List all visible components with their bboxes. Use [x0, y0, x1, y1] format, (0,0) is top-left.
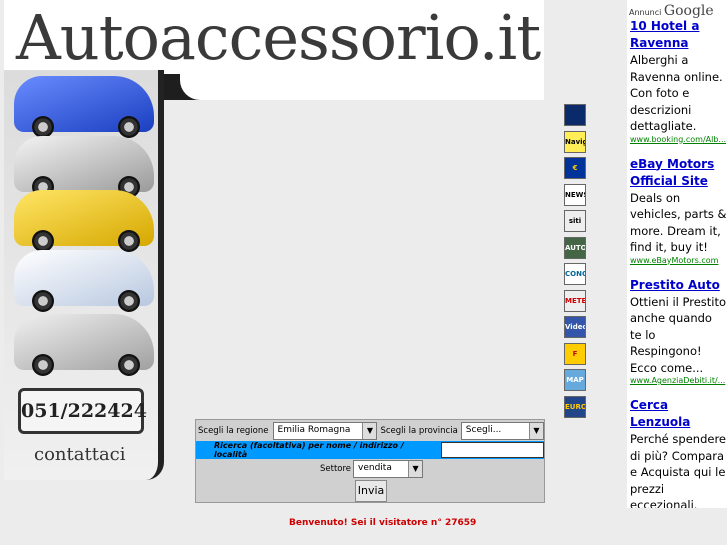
search-form: Scegli la regione Emilia Romagna ▼ Scegl…	[195, 419, 545, 503]
wheel	[32, 230, 54, 252]
ads-prefix: Annunci	[629, 8, 662, 17]
province-label: Scegli la provincia	[380, 425, 458, 436]
province-value: Scegli...	[465, 424, 502, 435]
ad-url-link[interactable]: www.eBayMotors.com	[630, 256, 727, 265]
car-image-white	[14, 314, 154, 376]
sector-select[interactable]: vendita ▼	[353, 460, 424, 478]
banner-frame-inner	[180, 74, 544, 100]
ad-body: Alberghi a Ravenna online. Con foto e de…	[630, 53, 723, 133]
region-value: Emilia Romagna	[277, 424, 351, 435]
ad-title-link[interactable]: eBay Motors Official Site	[630, 156, 727, 190]
region-select[interactable]: Emilia Romagna ▼	[272, 421, 378, 440]
wheel	[32, 290, 54, 312]
siti-icon[interactable]: siti	[564, 210, 586, 232]
chevron-down-icon: ▼	[362, 422, 377, 439]
site-logo[interactable]: Autoaccessorio.it	[16, 2, 541, 74]
ad-item: Prestito Auto Ottieni il Prestito anche q…	[627, 277, 727, 386]
car-image-rally	[14, 250, 154, 312]
sector-value: vendita	[358, 463, 392, 473]
map-icon[interactable]: MAP	[564, 369, 586, 391]
car-showcase: 051/222424 contattaci	[4, 70, 164, 480]
ad-url-link[interactable]: www.AgenziaDebiti.it/...	[630, 376, 727, 385]
ad-item: 10 Hotel a Ravenna Alberghi a Ravenna onl…	[627, 18, 727, 144]
chevron-down-icon: ▼	[529, 422, 543, 439]
video-icon[interactable]: Video	[564, 316, 586, 338]
ad-title-link[interactable]: Cerca Lenzuola	[630, 397, 727, 431]
ad-body: Ottieni il Prestito anche quando te lo R…	[630, 294, 727, 375]
search-row: Ricerca (facoltativa) per nome / indiriz…	[196, 441, 544, 459]
ads-list: 10 Hotel a Ravenna Alberghi a Ravenna onl…	[627, 18, 727, 508]
wheel	[118, 116, 140, 138]
submit-button[interactable]: Invia	[355, 480, 387, 502]
chevron-down-icon: ▼	[408, 461, 423, 477]
phone-number: 051/222424	[18, 388, 147, 434]
meteo-icon[interactable]: METEO	[564, 289, 586, 312]
search-input[interactable]	[441, 442, 544, 458]
euro-icon[interactable]: €	[564, 157, 586, 179]
ad-item: eBay Motors Official Site Deals on vehicl…	[627, 156, 727, 265]
search-label: Ricerca (facoltativa) per nome / indiriz…	[214, 441, 404, 459]
province-select[interactable]: Scegli... ▼	[460, 421, 544, 440]
wheel	[118, 230, 140, 252]
navigare-icon[interactable]: Navigare	[564, 130, 586, 153]
blue-icon[interactable]	[564, 104, 586, 126]
auto-icon[interactable]: AUTO	[564, 236, 586, 259]
ad-body: Perché spendere di più? Compara e Acquis…	[630, 432, 726, 508]
visitor-counter: Benvenuto! Sei il visitatore n° 27659	[289, 518, 477, 528]
region-label: Scegli la regione	[198, 425, 269, 436]
contact-link[interactable]: contattaci	[34, 444, 126, 465]
car-image-silver	[14, 136, 154, 198]
sector-row: Settore vendita ▼	[196, 460, 544, 478]
ad-url-link[interactable]: www.booking.com/Alb...	[630, 135, 727, 144]
news-icon[interactable]: NEWS	[564, 183, 586, 206]
icon-column: Navigare € NEWS siti AUTO CONC METEO Video F MAP E…	[564, 104, 588, 422]
ad-title-link[interactable]: Prestito Auto	[630, 277, 727, 294]
wheel	[118, 354, 140, 376]
ad-item: Cerca Lenzuola Perché spendere di più? Co…	[627, 397, 727, 508]
wheel	[32, 354, 54, 376]
concorsi-icon[interactable]: CONC	[564, 263, 586, 285]
euro2008-icon[interactable]: EURO 2008	[564, 395, 586, 418]
google-ads: Annunci Google 10 Hotel a Ravenna Albergh…	[627, 0, 727, 508]
ad-body: Deals on vehicles, parts & more. Dream i…	[630, 190, 727, 255]
region-row: Scegli la regione Emilia Romagna ▼ Scegl…	[196, 421, 544, 440]
wheel	[32, 116, 54, 138]
google-logo[interactable]: Google	[664, 3, 714, 19]
ad-title-link[interactable]: 10 Hotel a Ravenna	[630, 18, 727, 52]
f-icon[interactable]: F	[564, 342, 586, 365]
car-image-yellow	[14, 190, 154, 252]
ads-header: Annunci Google	[627, 0, 727, 19]
wheel	[118, 290, 140, 312]
sector-label: Settore	[320, 464, 352, 474]
car-image-blue	[14, 76, 154, 138]
